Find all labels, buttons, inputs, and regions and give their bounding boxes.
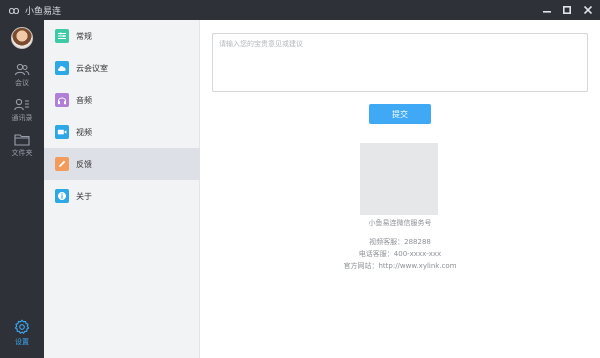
avatar[interactable] (11, 27, 33, 49)
menu-item-audio[interactable]: 音频 (44, 84, 200, 116)
wechat-qr-code (360, 143, 438, 215)
general-icon (55, 29, 69, 43)
qr-caption: 小鱼易连微信服务号 (368, 219, 432, 227)
menu-label-feedback: 反馈 (76, 159, 92, 169)
maximize-icon (563, 6, 571, 14)
menu-item-about[interactable]: 关于 (44, 180, 200, 212)
nav-item-meetings[interactable]: 会议 (0, 58, 44, 92)
menu-item-general[interactable]: 常规 (44, 20, 200, 52)
menu-label-general: 常规 (76, 31, 92, 41)
menu-item-video[interactable]: 视频 (44, 116, 200, 148)
headphones-icon (55, 93, 69, 107)
menu-label-audio: 音频 (76, 95, 92, 105)
minimize-icon (543, 11, 551, 13)
people-icon (14, 63, 30, 75)
contacts-icon (14, 98, 29, 110)
window-title: 小鱼易连 (25, 6, 62, 17)
cloud-icon (55, 61, 69, 75)
maximize-button[interactable] (557, 0, 577, 20)
title-bar: ꝏ 小鱼易连 (0, 0, 600, 20)
video-service-text: 视频客服：288288 (369, 238, 431, 246)
left-nav: 会议 通讯录 文件夹 设置 (0, 20, 44, 358)
feedback-panel: 提交 小鱼易连微信服务号 视频客服：288288 电话客服：400-xxxx-x… (200, 20, 600, 358)
gear-icon (14, 319, 30, 334)
phone-service-text: 电话客服：400-xxxx-xxx (358, 250, 442, 258)
settings-menu: 常规 云会议室 音频 视频 反馈 关于 (44, 20, 200, 358)
submit-button[interactable]: 提交 (369, 104, 431, 124)
video-camera-icon (55, 125, 69, 139)
folder-icon (14, 133, 30, 146)
nav-item-settings[interactable]: 设置 (0, 316, 44, 350)
close-button[interactable] (578, 0, 598, 20)
nav-label-settings: 设置 (15, 338, 29, 346)
pencil-icon (55, 157, 69, 171)
menu-label-video: 视频 (76, 127, 92, 137)
nav-label-folder: 文件夹 (11, 148, 33, 157)
menu-item-feedback[interactable]: 反馈 (44, 148, 200, 180)
nav-label-meetings: 会议 (15, 78, 29, 87)
menu-item-cloud-room[interactable]: 云会议室 (44, 52, 200, 84)
nav-item-folder[interactable]: 文件夹 (0, 128, 44, 162)
website-text: 官方网站：http://www.xylink.com (343, 262, 457, 270)
minimize-button[interactable] (537, 0, 557, 20)
feedback-input[interactable] (212, 33, 588, 92)
close-icon (584, 6, 592, 14)
menu-label-cloud-room: 云会议室 (76, 63, 108, 73)
nav-label-contacts: 通讯录 (11, 113, 33, 122)
app-logo-icon: ꝏ (8, 3, 20, 17)
info-icon (55, 189, 69, 203)
nav-item-contacts[interactable]: 通讯录 (0, 93, 44, 127)
menu-label-about: 关于 (76, 191, 92, 201)
